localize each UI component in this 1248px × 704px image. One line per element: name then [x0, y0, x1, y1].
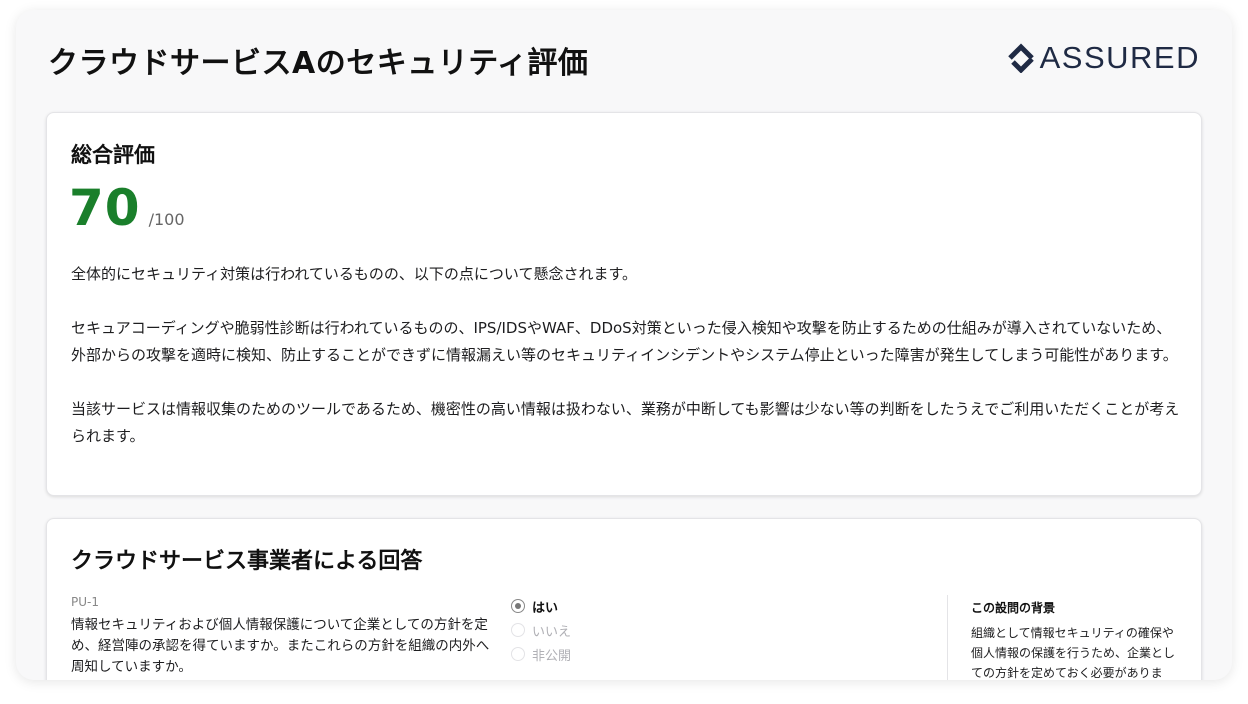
answers-title: クラウドサービス事業者による回答	[71, 549, 423, 574]
score: 70 /100	[69, 179, 185, 237]
option-label: はい	[532, 600, 559, 616]
summary-card: 総合評価 70 /100 全体的にセキュリティ対策は行われているものの、以下の点…	[46, 112, 1202, 496]
radio-unchecked-icon[interactable]	[511, 623, 525, 637]
radio-unchecked-icon[interactable]	[511, 647, 525, 661]
option-label: 非公開	[532, 648, 572, 664]
question-id: PU-1	[71, 595, 99, 609]
summary-paragraph: セキュアコーディングや脆弱性診断は行われているものの、IPS/IDSやWAF、D…	[71, 319, 1178, 364]
background-text: 組織として情報セキュリティの確保や個人情報の保護を行うため、企業としての方針を定…	[971, 626, 1176, 680]
page-title: クラウドサービスAのセキュリティ評価	[48, 46, 589, 81]
summary-paragraph: 当該サービスは情報収集のためのツールであるため、機密性の高い情報は扱わない、業務…	[71, 400, 1180, 445]
option-label: いいえ	[532, 624, 572, 640]
option-no[interactable]: いいえ	[511, 621, 572, 640]
brand-name: ASSURED	[1039, 40, 1200, 75]
answer-options: はい いいえ 非公開	[511, 597, 572, 664]
option-yes[interactable]: はい	[511, 597, 571, 616]
background-title: この設問の背景	[971, 601, 1056, 615]
summary-title: 総合評価	[71, 143, 155, 167]
app-window: クラウドサービスAのセキュリティ評価 ASSURED 総合評価 70 /100 …	[16, 10, 1232, 680]
answers-card: クラウドサービス事業者による回答 PU-1 情報セキュリティおよび個人情報保護に…	[46, 518, 1202, 680]
column-divider	[947, 595, 948, 680]
summary-text: 全体的にセキュリティ対策は行われているものの、以下の点について懸念されます。 セ…	[71, 261, 1181, 450]
assured-logo-icon	[1004, 43, 1038, 73]
radio-checked-icon[interactable]	[511, 599, 525, 613]
question-text: 情報セキュリティおよび個人情報保護について企業としての方針を定め、経営陣の承認を…	[71, 617, 490, 675]
score-value: 70	[69, 179, 141, 237]
option-private[interactable]: 非公開	[511, 645, 572, 664]
score-max: /100	[148, 210, 185, 229]
summary-paragraph: 全体的にセキュリティ対策は行われているものの、以下の点について懸念されます。	[71, 265, 637, 283]
brand-logo[interactable]: ASSURED	[1004, 40, 1200, 76]
